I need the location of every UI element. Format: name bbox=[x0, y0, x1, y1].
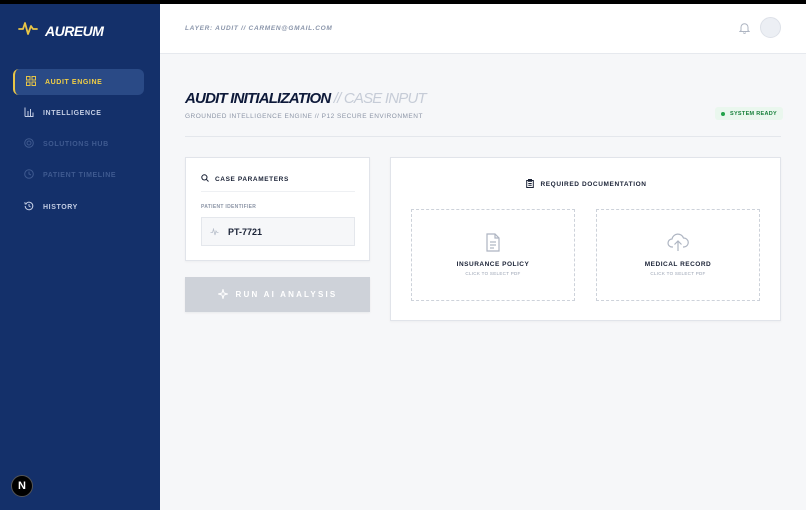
top-header: LAYER: AUDIT // CARMEN@GMAIL.COM bbox=[160, 4, 806, 54]
sidebar-item-solutions-hub[interactable]: SOLUTIONS HUB bbox=[13, 131, 144, 157]
run-ai-analysis-button[interactable]: RUN AI ANALYSIS bbox=[185, 277, 370, 312]
case-parameters-title: CASE PARAMETERS bbox=[215, 175, 289, 183]
layer-breadcrumb: LAYER: AUDIT // CARMEN@GMAIL.COM bbox=[185, 25, 333, 32]
target-icon bbox=[24, 135, 34, 153]
medical-record-dropzone[interactable]: MEDICAL RECORD CLICK TO SELECT PDF bbox=[596, 209, 760, 301]
sidebar-item-label: PATIENT TIMELINE bbox=[43, 171, 117, 179]
grid-icon bbox=[26, 73, 36, 91]
sidebar-item-audit-engine[interactable]: AUDIT ENGINE bbox=[13, 69, 144, 95]
required-documentation-header: REQUIRED DOCUMENTATION bbox=[391, 179, 782, 190]
patient-identifier-label: PATIENT IDENTIFIER bbox=[201, 204, 257, 210]
patient-identifier-value: PT-7721 bbox=[228, 226, 263, 237]
history-icon bbox=[24, 198, 34, 216]
document-icon bbox=[485, 233, 501, 257]
status-badge: SYSTEM READY bbox=[715, 107, 783, 120]
page-title: AUDIT INITIALIZATION // CASE INPUT bbox=[185, 90, 427, 107]
status-text: SYSTEM READY bbox=[730, 110, 777, 117]
cloud-upload-icon bbox=[667, 233, 689, 257]
sidebar-item-patient-timeline[interactable]: PATIENT TIMELINE bbox=[13, 162, 144, 188]
case-parameters-card: CASE PARAMETERS PATIENT IDENTIFIER PT-77… bbox=[185, 157, 370, 261]
sidebar-item-label: INTELLIGENCE bbox=[43, 109, 102, 117]
brand-name: AUREUM bbox=[45, 22, 104, 39]
sidebar-item-label: AUDIT ENGINE bbox=[45, 78, 103, 86]
status-dot-icon bbox=[721, 111, 725, 116]
required-documentation-title: REQUIRED DOCUMENTATION bbox=[540, 181, 647, 188]
pulse-icon bbox=[210, 223, 219, 241]
medical-record-title: MEDICAL RECORD bbox=[644, 261, 712, 268]
sidebar-item-history[interactable]: HISTORY bbox=[13, 194, 144, 220]
run-ai-analysis-label: RUN AI ANALYSIS bbox=[235, 290, 338, 299]
sparkle-icon bbox=[216, 286, 229, 304]
page-subtitle: GROUNDED INTELLIGENCE ENGINE // P12 SECU… bbox=[185, 113, 423, 120]
insurance-policy-dropzone[interactable]: INSURANCE POLICY CLICK TO SELECT PDF bbox=[411, 209, 575, 301]
patient-identifier-field[interactable]: PT-7721 bbox=[201, 217, 355, 246]
sidebar-item-intelligence[interactable]: INTELLIGENCE bbox=[13, 100, 144, 126]
bar-chart-icon bbox=[24, 104, 34, 122]
sidebar-item-label: SOLUTIONS HUB bbox=[43, 140, 109, 148]
insurance-policy-hint: CLICK TO SELECT PDF bbox=[465, 271, 521, 276]
insurance-policy-title: INSURANCE POLICY bbox=[456, 261, 530, 268]
page-title-main: AUDIT INITIALIZATION bbox=[185, 90, 331, 107]
divider bbox=[185, 136, 781, 137]
clock-icon bbox=[24, 166, 34, 184]
brand[interactable]: AUREUM bbox=[18, 20, 104, 41]
page-title-suffix: // CASE INPUT bbox=[330, 90, 427, 107]
clipboard-icon bbox=[526, 179, 535, 190]
avatar[interactable] bbox=[760, 17, 781, 38]
sidebar-item-label: HISTORY bbox=[43, 203, 78, 211]
pulse-icon bbox=[18, 20, 38, 41]
required-documentation-card: REQUIRED DOCUMENTATION INSURANCE POLICY … bbox=[390, 157, 781, 321]
case-parameters-header: CASE PARAMETERS bbox=[201, 174, 355, 192]
sidebar: AUREUM AUDIT ENGINE INTELLIGENCE SOLUTIO… bbox=[0, 4, 160, 510]
dev-badge[interactable]: N bbox=[11, 475, 33, 497]
medical-record-hint: CLICK TO SELECT PDF bbox=[650, 271, 706, 276]
search-icon bbox=[201, 174, 209, 184]
bell-icon[interactable] bbox=[738, 21, 751, 39]
